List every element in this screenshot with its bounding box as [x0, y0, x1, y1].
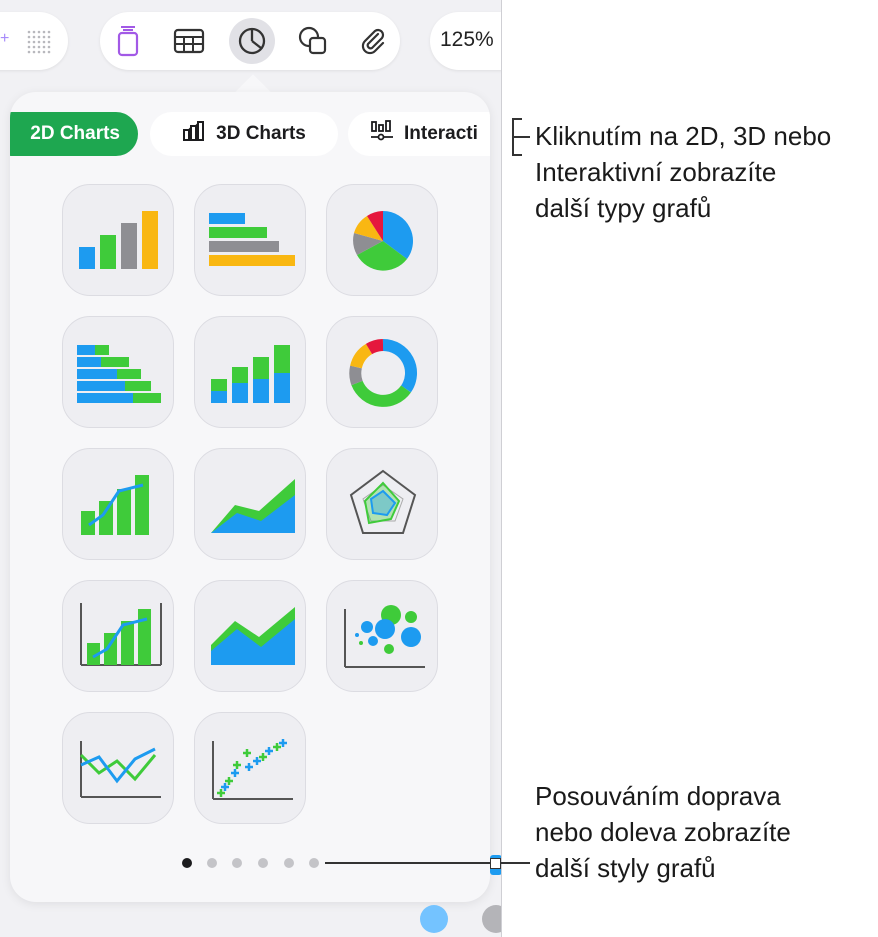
chart-type-stacked-area[interactable]	[194, 580, 306, 692]
pie-chart-icon	[353, 211, 413, 271]
page-dot-5[interactable]	[284, 858, 294, 868]
mixed-chart-icon	[81, 475, 149, 535]
left-toolbar-pill	[0, 12, 68, 70]
chart-type-scatter[interactable]	[194, 712, 306, 824]
chart-type-area[interactable]	[194, 448, 306, 560]
chart-type-stacked-column[interactable]	[194, 316, 306, 428]
dots-callout-marker	[490, 858, 501, 869]
chart-icon[interactable]	[229, 18, 275, 64]
dots-callout-text: Posouváním doprava nebo doleva zobrazíte…	[535, 781, 791, 883]
stacked-column-chart-icon	[211, 345, 290, 403]
tab-2d-charts[interactable]: 2D Charts	[10, 112, 138, 156]
stacked-area-chart-icon	[211, 607, 295, 665]
two-axis-chart-icon	[80, 603, 162, 666]
tab-interactive-charts[interactable]: Interacti	[348, 112, 490, 156]
donut-chart-icon	[349, 339, 418, 407]
tab-label: 2D Charts	[30, 123, 120, 144]
callout-bracket-bottom	[512, 154, 522, 156]
callout-bracket-top	[512, 118, 522, 120]
bar-chart-icon	[209, 213, 295, 266]
line-chart-icon	[79, 741, 161, 798]
page-dot-2[interactable]	[207, 858, 217, 868]
bubble-chart-icon	[344, 605, 425, 668]
app-screen: + 125% 2D Charts 3D Charts Interacti	[0, 0, 502, 937]
chart-type-column[interactable]	[62, 184, 174, 296]
canvas-circle-blue	[420, 905, 448, 933]
3d-bars-icon	[182, 121, 206, 147]
radar-chart-icon	[349, 469, 417, 534]
scatter-chart-icon	[212, 739, 293, 800]
chart-type-line[interactable]	[62, 712, 174, 824]
callout-connector	[514, 136, 530, 138]
chart-type-mixed-column-line[interactable]	[62, 448, 174, 560]
grid-icon[interactable]	[26, 29, 52, 60]
stacked-bar-chart-icon	[77, 345, 161, 403]
chart-type-bar[interactable]	[194, 184, 306, 296]
page-dot-3[interactable]	[232, 858, 242, 868]
screenshot-border	[501, 0, 502, 937]
paperclip-icon[interactable]	[350, 18, 396, 64]
tab-label: 3D Charts	[216, 123, 306, 144]
column-chart-icon	[79, 211, 158, 269]
tabs-callout-text: Kliknutím na 2D, 3D nebo Interaktivní zo…	[535, 121, 832, 223]
canvas-circle-gray	[482, 905, 502, 933]
chart-type-stacked-bar[interactable]	[62, 316, 174, 428]
page-dot-1[interactable]	[182, 858, 192, 868]
chart-type-2-axis[interactable]	[62, 580, 174, 692]
tab-3d-charts[interactable]: 3D Charts	[150, 112, 338, 156]
chart-type-pie[interactable]	[326, 184, 438, 296]
chart-type-bubble[interactable]	[326, 580, 438, 692]
tab-label: Interacti	[404, 123, 478, 144]
insert-icon[interactable]	[105, 18, 151, 64]
table-icon[interactable]	[166, 18, 212, 64]
plus-icon[interactable]: +	[0, 30, 9, 48]
interactive-chart-icon	[370, 120, 394, 148]
shape-icon[interactable]	[290, 18, 336, 64]
page-dot-6[interactable]	[309, 858, 319, 868]
zoom-level[interactable]: 125%	[440, 28, 494, 52]
chart-popover: 2D Charts 3D Charts Interacti	[10, 92, 490, 902]
chart-type-donut[interactable]	[326, 316, 438, 428]
page-dot-4[interactable]	[258, 858, 268, 868]
area-chart-icon	[211, 479, 295, 533]
chart-type-radar[interactable]	[326, 448, 438, 560]
